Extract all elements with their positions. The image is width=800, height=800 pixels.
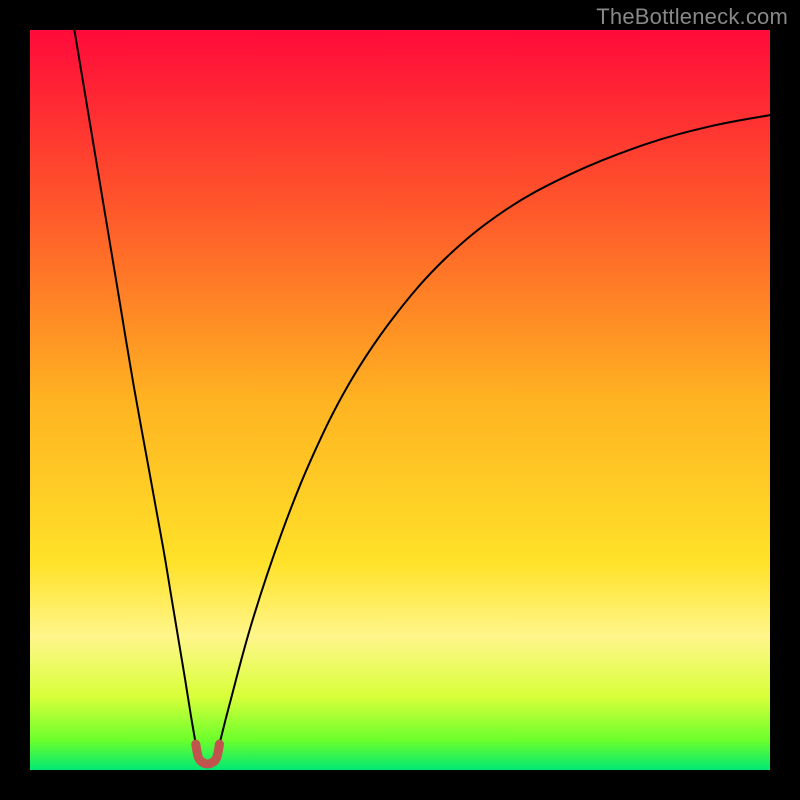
outer-frame: TheBottleneck.com	[0, 0, 800, 800]
plot-background	[30, 30, 770, 770]
bottleneck-chart	[30, 30, 770, 770]
watermark-text: TheBottleneck.com	[596, 4, 788, 30]
